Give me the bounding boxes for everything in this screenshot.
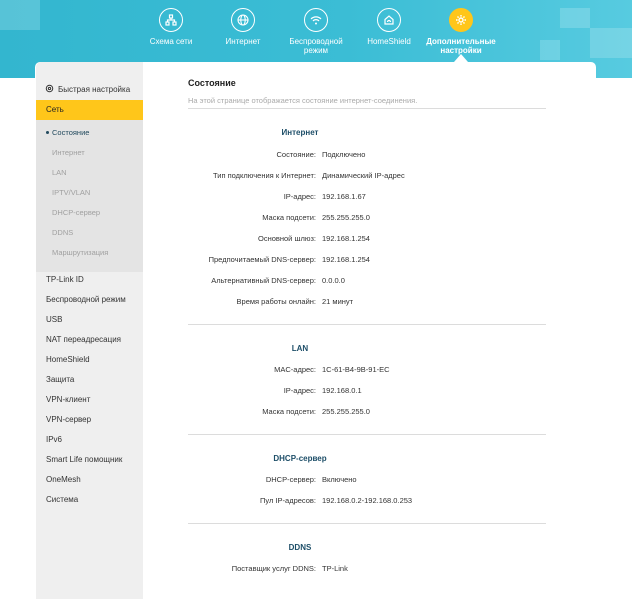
divider (188, 434, 546, 435)
sidebar-item-vpn-client[interactable]: VPN-клиент (46, 395, 90, 404)
network-map-icon (159, 8, 183, 32)
banner-decoration (560, 8, 590, 28)
section-title-dhcp: DHCP-сервер (273, 454, 327, 463)
sidebar-subitem-dhcp[interactable]: DHCP-сервер (52, 208, 100, 217)
field-value: Динамический IP-адрес (322, 171, 405, 180)
field-label: Основной шлюз: (257, 234, 316, 243)
field-label: Поставщик услуг DDNS: (231, 564, 316, 573)
sidebar-item-smart-life[interactable]: Smart Life помощник (46, 455, 122, 464)
sidebar-subitem-internet[interactable]: Интернет (52, 148, 85, 157)
field-value: 255.255.255.0 (322, 407, 370, 416)
sidebar-subitem-status[interactable]: Состояние (45, 128, 89, 137)
nav-homeshield[interactable]: HomeShield (354, 8, 424, 46)
sidebar-item-wireless[interactable]: Беспроводной режим (46, 295, 126, 304)
nav-advanced[interactable]: Дополнительные настройки (426, 8, 496, 55)
nav-label: Интернет (225, 37, 261, 46)
field-value: 1C-61-B4-9B-91-EC (322, 365, 390, 374)
quick-setup-icon (45, 84, 54, 95)
nav-wireless[interactable]: Беспроводной режим (281, 8, 351, 55)
field-value: TP-Link (322, 564, 348, 573)
sidebar-network-submenu: Состояние Интернет LAN IPTV/VLAN DHCP-се… (36, 120, 143, 272)
field-value: 255.255.255.0 (322, 213, 370, 222)
sidebar: Быстрая настройка Сеть Состояние Интерне… (36, 62, 143, 599)
sidebar-item-nat[interactable]: NAT переадресация (46, 335, 121, 344)
field-label: IP-адрес: (283, 192, 316, 201)
nav-label: Схема сети (149, 37, 193, 46)
section-title-ddns: DDNS (288, 543, 312, 552)
field-value: Подключено (322, 150, 366, 159)
wifi-icon (304, 8, 328, 32)
field-value: 192.168.1.254 (322, 255, 370, 264)
page-title: Состояние (188, 78, 236, 88)
sidebar-item-network[interactable]: Сеть (36, 100, 143, 120)
field-value: Включено (322, 475, 357, 484)
field-label: Маска подсети: (262, 407, 316, 416)
page-description: На этой странице отображается состояние … (188, 96, 418, 105)
divider (188, 108, 546, 109)
sidebar-item-usb[interactable]: USB (46, 315, 62, 324)
field-label: Тип подключения к Интернет: (213, 171, 316, 180)
field-label: IP-адрес: (283, 386, 316, 395)
nav-label: Беспроводной режим (289, 37, 343, 55)
field-label: Альтернативный DNS-сервер: (211, 276, 316, 285)
banner-decoration (590, 28, 632, 58)
sidebar-item-onemesh[interactable]: OneMesh (46, 475, 81, 484)
globe-icon (231, 8, 255, 32)
sidebar-item-vpn-server[interactable]: VPN-сервер (46, 415, 91, 424)
sidebar-item-quick-setup[interactable]: Быстрая настройка (45, 84, 130, 95)
section-title-lan: LAN (291, 344, 309, 353)
field-label: Предпочитаемый DNS-сервер: (208, 255, 316, 264)
divider (188, 324, 546, 325)
section-title-internet: Интернет (281, 128, 319, 137)
sidebar-item-label: Быстрая настройка (58, 85, 131, 94)
field-label: Пул IP-адресов: (260, 496, 316, 505)
nav-label: Дополнительные настройки (426, 37, 496, 55)
sidebar-item-system[interactable]: Система (46, 495, 78, 504)
gear-icon (449, 8, 473, 32)
active-tab-pointer (454, 54, 468, 62)
field-value: 21 минут (322, 297, 354, 306)
homeshield-icon (377, 8, 401, 32)
field-value: 192.168.0.1 (322, 386, 362, 395)
nav-network-map[interactable]: Схема сети (136, 8, 206, 46)
field-label: Время работы онлайн: (236, 297, 316, 306)
field-label: MAC-адрес: (274, 365, 316, 374)
divider (188, 523, 546, 524)
field-label: Состояние: (276, 150, 316, 159)
sidebar-subitem-ddns[interactable]: DDNS (52, 228, 73, 237)
sidebar-item-security[interactable]: Защита (46, 375, 74, 384)
nav-label: HomeShield (367, 37, 411, 46)
sidebar-subitem-routing[interactable]: Маршрутизация (52, 248, 108, 257)
field-value: 192.168.1.254 (322, 234, 370, 243)
sidebar-subitem-lan[interactable]: LAN (52, 168, 67, 177)
nav-internet[interactable]: Интернет (208, 8, 278, 46)
sidebar-subitem-iptv[interactable]: IPTV/VLAN (52, 188, 90, 197)
sidebar-item-homeshield[interactable]: HomeShield (46, 355, 90, 364)
banner-decoration (0, 0, 40, 30)
field-value: 192.168.1.67 (322, 192, 366, 201)
sidebar-item-ipv6[interactable]: IPv6 (46, 435, 62, 444)
field-value: 192.168.0.2-192.168.0.253 (322, 496, 413, 505)
field-label: Маска подсети: (262, 213, 316, 222)
field-label: DHCP-сервер: (265, 475, 316, 484)
banner-decoration (540, 40, 560, 60)
sidebar-item-tplink-id[interactable]: TP-Link ID (46, 275, 84, 284)
field-value: 0.0.0.0 (322, 276, 345, 285)
